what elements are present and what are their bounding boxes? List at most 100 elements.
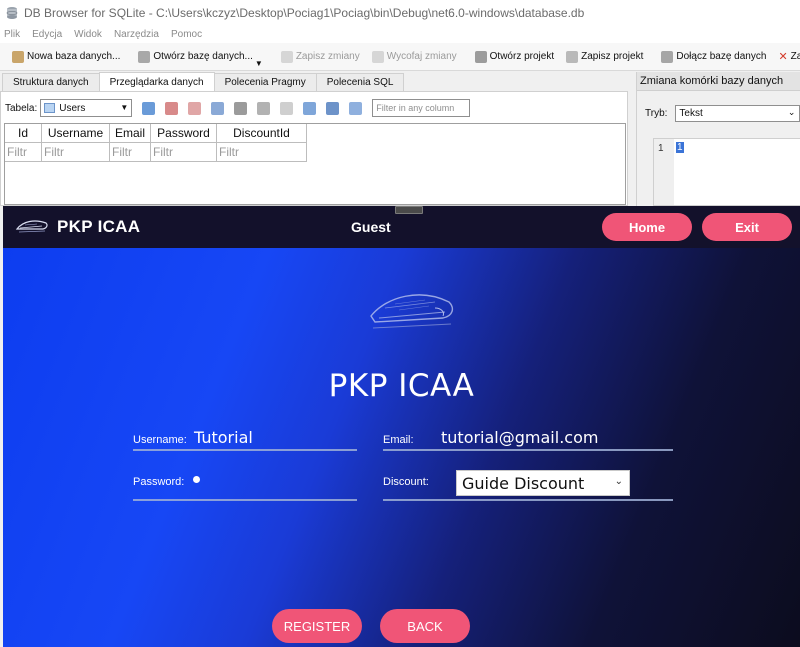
password-input[interactable] (193, 476, 200, 483)
menu-bar: Plik Edycja Widok Narzędzia Pomoc (0, 26, 800, 43)
attach-database-button[interactable]: Dołącz bazę danych (655, 46, 772, 68)
menu-narzedzia[interactable]: Narzędzia (114, 29, 159, 40)
chevron-down-icon: ⌄ (787, 107, 796, 117)
table-label: Tabela: (5, 102, 38, 114)
home-button[interactable]: Home (602, 213, 692, 241)
back-button[interactable]: BACK (380, 609, 470, 643)
menu-widok[interactable]: Widok (74, 29, 102, 40)
save-changes-button[interactable]: Zapisz zmiany (275, 46, 366, 68)
attach-database-icon (661, 50, 674, 63)
column-header-discountid[interactable]: DiscountId (217, 124, 307, 143)
menu-edycja[interactable]: Edycja (32, 29, 62, 40)
menu-pomoc[interactable]: Pomoc (171, 29, 202, 40)
chevron-down-icon: ▼ (120, 103, 129, 112)
discount-label: Discount: (383, 476, 429, 488)
save-changes-icon (280, 50, 293, 63)
discount-underline (383, 499, 673, 501)
save-project-icon (566, 50, 579, 63)
tab-execute-sql[interactable]: Polecenia SQL (315, 73, 405, 91)
password-underline (133, 499, 357, 501)
new-database-button[interactable]: Nowa baza danych... (6, 46, 126, 68)
save-view-icon[interactable] (211, 101, 225, 115)
main-tabs: Struktura danych Przeglądarka danych Pol… (0, 72, 628, 91)
filter-input-id[interactable]: Filtr (5, 143, 42, 162)
db-browser-titlebar: DB Browser for SQLite - C:\Users\kczyz\D… (0, 0, 800, 26)
filter-any-column-input[interactable]: Filter in any column (372, 99, 471, 117)
database-icon (6, 7, 18, 19)
close-icon: ✕ (778, 51, 788, 63)
password-label: Password: (133, 476, 185, 488)
open-database-icon (138, 50, 151, 63)
username-underline (133, 449, 357, 451)
email-underline (383, 449, 673, 451)
revert-changes-icon (371, 50, 384, 63)
text-format-icon[interactable] (349, 101, 363, 115)
save-project-button[interactable]: Zapisz projekt (560, 46, 649, 68)
find-replace-icon[interactable] (326, 101, 340, 115)
exit-button[interactable]: Exit (702, 213, 792, 241)
column-header-email[interactable]: Email (110, 124, 151, 143)
refresh-icon[interactable] (142, 101, 156, 115)
filter-input-email[interactable]: Filtr (110, 143, 151, 162)
edit-cell-title: Zmiana komórki bazy danych (637, 72, 800, 91)
table-icon (44, 103, 56, 113)
app-header: PKP ICAA Guest Home Exit (3, 206, 800, 248)
mode-label: Tryb: (645, 108, 668, 119)
email-input[interactable]: tutorial@gmail.com (441, 428, 598, 447)
header-row: Id Username Email Password DiscountId (5, 124, 625, 143)
table-select[interactable]: Users ▼ (40, 99, 133, 117)
window-title: DB Browser for SQLite - C:\Users\kczyz\D… (24, 6, 585, 20)
new-database-icon (12, 50, 24, 63)
splitter-handle[interactable] (395, 206, 423, 214)
tab-browse-data[interactable]: Przeglądarka danych (98, 72, 215, 91)
tab-pragmas[interactable]: Polecenia Pragmy (213, 73, 317, 91)
mode-select-value: Tekst (679, 108, 703, 119)
column-header-username[interactable]: Username (42, 124, 110, 143)
clear-filters-icon[interactable] (165, 101, 179, 115)
column-header-id[interactable]: Id (5, 124, 42, 143)
pkp-icaa-window: PKP ICAA Guest Home Exit PKP ICAA Userna… (3, 206, 800, 647)
menu-plik[interactable]: Plik (4, 29, 20, 40)
current-user-label: Guest (351, 219, 391, 235)
register-form-area: PKP ICAA Username: Tutorial Email: tutor… (3, 248, 800, 647)
train-logo-icon (15, 220, 48, 233)
username-label: Username: (133, 434, 187, 446)
edit-cell-panel: Zmiana komórki bazy danych Tryb: Tekst ⌄… (636, 72, 800, 206)
find-icon[interactable] (303, 101, 317, 115)
email-label: Email: (383, 434, 414, 446)
main-toolbar: Nowa baza danych... Otwórz bazę danych..… (0, 43, 800, 71)
close-database-button[interactable]: ✕ Za (772, 46, 800, 68)
chevron-down-icon[interactable]: ▼ (255, 59, 263, 68)
register-button[interactable]: REGISTER (272, 609, 362, 643)
username-input[interactable]: Tutorial (194, 428, 253, 447)
mode-select[interactable]: Tekst ⌄ (675, 105, 800, 122)
mode-row: Tryb: Tekst ⌄ (645, 105, 800, 122)
open-database-button[interactable]: Otwórz bazę danych... ▼ (132, 46, 268, 68)
cell-value-text[interactable]: 1 (676, 142, 684, 153)
clear-sorting-icon[interactable] (188, 101, 202, 115)
open-project-icon (474, 50, 487, 63)
print-icon[interactable] (234, 101, 248, 115)
filter-input-password[interactable]: Filtr (151, 143, 217, 162)
chevron-down-icon: ⌄ (614, 476, 623, 487)
cell-editor[interactable]: 1 1 (653, 138, 800, 206)
insert-record-icon[interactable] (257, 101, 271, 115)
line-number: 1 (654, 139, 674, 205)
filter-row: Filtr Filtr Filtr Filtr Filtr (5, 143, 625, 162)
open-project-button[interactable]: Otwórz projekt (469, 46, 560, 68)
filter-input-username[interactable]: Filtr (42, 143, 110, 162)
discount-select-value: Guide Discount (462, 473, 585, 493)
header-title: PKP ICAA (57, 217, 141, 236)
page-title: PKP ICAA (328, 368, 475, 404)
delete-record-icon[interactable] (280, 101, 294, 115)
train-logo-icon (370, 294, 454, 329)
table-toolbar: Tabela: Users ▼ Filter in any column (5, 98, 471, 118)
tab-structure[interactable]: Struktura danych (2, 73, 100, 91)
column-header-password[interactable]: Password (151, 124, 217, 143)
revert-changes-button[interactable]: Wycofaj zmiany (366, 46, 463, 68)
discount-select[interactable]: Guide Discount ⌄ (456, 470, 630, 496)
browse-data-pane: Tabela: Users ▼ Filter in any column Id … (0, 91, 628, 206)
table-select-value: Users (59, 102, 86, 114)
filter-input-discountid[interactable]: Filtr (217, 143, 307, 162)
data-grid: Id Username Email Password DiscountId Fi… (4, 123, 626, 205)
